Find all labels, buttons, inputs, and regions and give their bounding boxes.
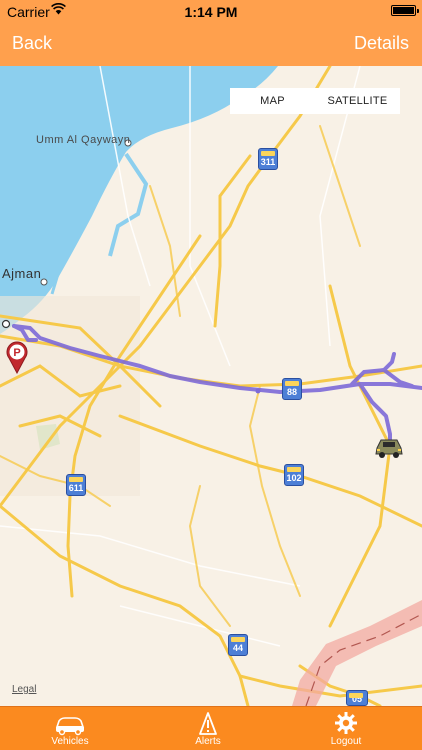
- highway-shield-611: 611: [66, 474, 86, 496]
- highway-shield-102: 102: [284, 464, 304, 486]
- tab-logout-label: Logout: [330, 736, 362, 747]
- ajman-dot: [40, 278, 48, 286]
- car-icon: [55, 717, 85, 736]
- tab-bar: Vehicles Alerts Logout: [0, 706, 422, 750]
- map-type-satellite-button[interactable]: SATELLITE: [315, 88, 400, 114]
- nav-header: Carrier 1:14 PM Back Details: [0, 0, 422, 66]
- map-type-map-button[interactable]: MAP: [230, 88, 315, 114]
- tab-logout[interactable]: Logout: [306, 707, 386, 750]
- map-type-toggle: MAP SATELLITE: [230, 88, 400, 114]
- parking-marker-icon[interactable]: P: [5, 340, 29, 374]
- back-button[interactable]: Back: [12, 33, 52, 54]
- details-button[interactable]: Details: [354, 33, 409, 54]
- tab-vehicles[interactable]: Vehicles: [30, 707, 110, 750]
- vehicle-route-branch-b: [350, 352, 396, 386]
- road-e44: [0, 504, 250, 706]
- map-canvas: [0, 66, 422, 706]
- route-dot: [255, 388, 261, 394]
- vehicle-marker-icon[interactable]: [374, 436, 404, 460]
- highway-shield-05: 05: [346, 690, 368, 706]
- sharjah-dot: [1, 319, 11, 329]
- highway-shield-44: 44: [228, 634, 248, 656]
- alert-icon: [199, 712, 217, 735]
- status-bar: Carrier 1:14 PM: [0, 0, 422, 22]
- place-label-ajman: Ajman: [2, 266, 42, 281]
- battery-icon: [391, 5, 419, 16]
- gear-icon: [335, 712, 357, 734]
- highway-shield-88: 88: [282, 378, 302, 400]
- app: Carrier 1:14 PM Back Details MAP SATELLI…: [0, 0, 422, 750]
- road-north: [213, 154, 252, 328]
- svg-text:P: P: [13, 347, 20, 359]
- map-view[interactable]: MAP SATELLITE Umm Al Qaywayn Ajman 311 8…: [0, 66, 422, 706]
- place-label-umm-al-qaywayn: Umm Al Qaywayn: [36, 134, 131, 146]
- tab-alerts-label: Alerts: [195, 736, 221, 747]
- legal-link[interactable]: Legal: [12, 684, 36, 695]
- road-e102: [118, 414, 422, 528]
- clock: 1:14 PM: [184, 4, 238, 20]
- tab-alerts[interactable]: Alerts: [168, 707, 248, 750]
- tab-vehicles-label: Vehicles: [51, 736, 89, 747]
- highway-shield-311: 311: [258, 148, 278, 170]
